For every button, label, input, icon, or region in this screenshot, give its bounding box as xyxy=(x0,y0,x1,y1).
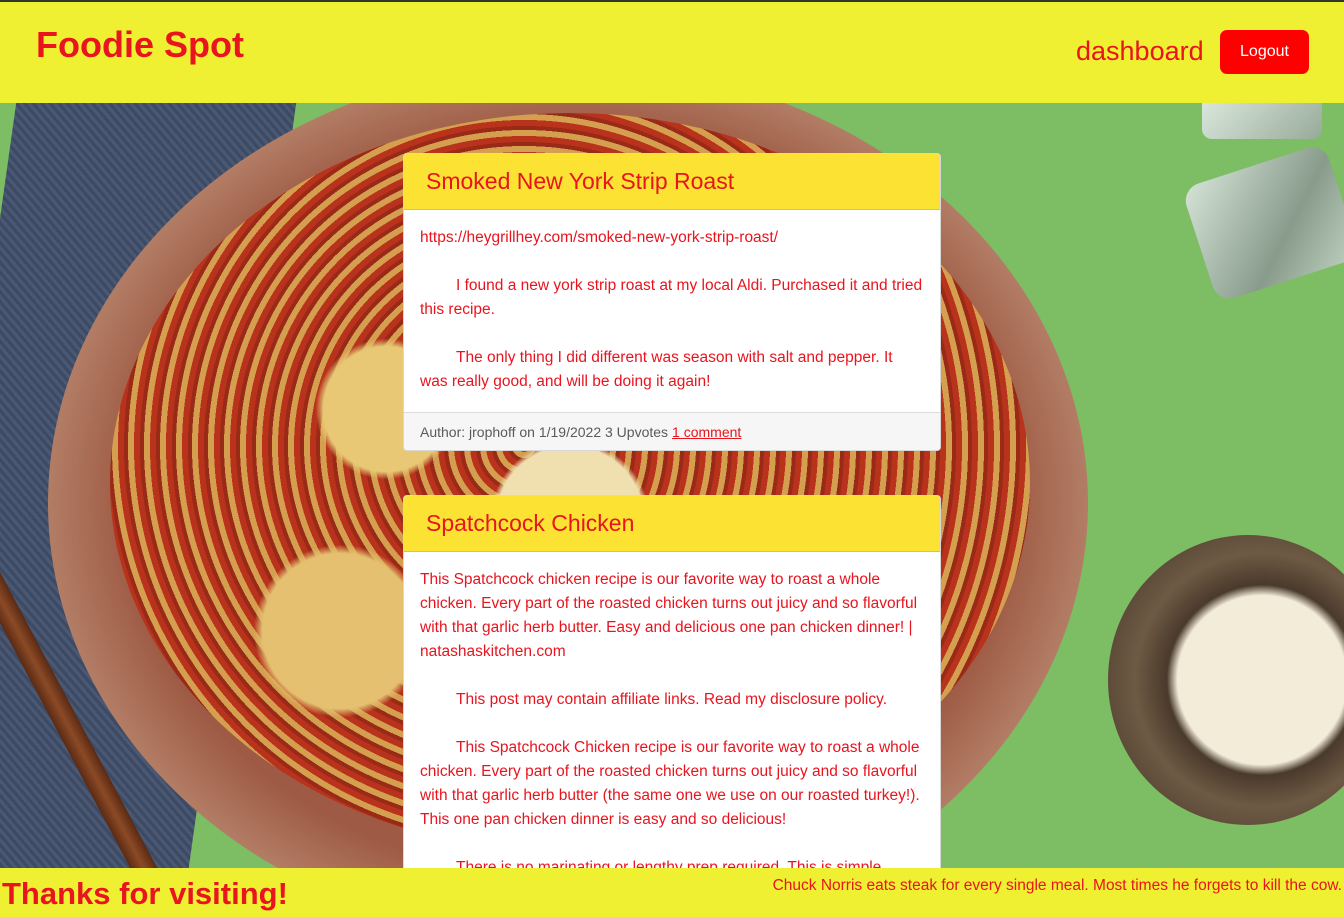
post-body: https://heygrillhey.com/smoked-new-york-… xyxy=(404,210,940,412)
post-paragraph: This Spatchcock Chicken recipe is our fa… xyxy=(420,739,920,828)
salt-shaker xyxy=(1202,103,1322,139)
post-footer: Author: jrophoff on 1/19/2022 3 Upvotes … xyxy=(404,412,940,450)
post-paragraph: This Spatchcock chicken recipe is our fa… xyxy=(420,571,918,660)
post-card-header: Spatchcock Chicken xyxy=(404,496,940,552)
cheese-bowl xyxy=(1108,535,1344,825)
post-feed: Smoked New York Strip Roast https://heyg… xyxy=(403,153,941,899)
footer-thanks: Thanks for visiting! xyxy=(2,876,288,911)
post-meta: Author: jrophoff on 1/19/2022 3 Upvotes xyxy=(420,423,669,440)
post-title[interactable]: Smoked New York Strip Roast xyxy=(426,168,734,195)
site-footer: Thanks for visiting! Chuck Norris eats s… xyxy=(0,868,1344,917)
post-paragraph: I found a new york strip roast at my loc… xyxy=(420,277,923,318)
post-title[interactable]: Spatchcock Chicken xyxy=(426,510,634,537)
post-card-header: Smoked New York Strip Roast xyxy=(404,154,940,210)
site-brand[interactable]: Foodie Spot xyxy=(36,24,244,66)
nav-dashboard-link[interactable]: dashboard xyxy=(1076,36,1204,67)
logout-button[interactable]: Logout xyxy=(1220,30,1309,74)
footer-joke: Chuck Norris eats steak for every single… xyxy=(772,877,1342,894)
site-header: Foodie Spot dashboard Logout xyxy=(0,2,1344,103)
post-paragraph: This post may contain affiliate links. R… xyxy=(456,691,888,708)
post-paragraph: The only thing I did different was seaso… xyxy=(420,349,893,390)
comments-link[interactable]: 1 comment xyxy=(672,424,741,440)
post-card: Smoked New York Strip Roast https://heyg… xyxy=(403,153,941,451)
pepper-shaker xyxy=(1181,142,1344,304)
post-body: This Spatchcock chicken recipe is our fa… xyxy=(404,552,940,898)
post-card: Spatchcock Chicken This Spatchcock chick… xyxy=(403,495,941,899)
post-paragraph: https://heygrillhey.com/smoked-new-york-… xyxy=(420,229,779,246)
